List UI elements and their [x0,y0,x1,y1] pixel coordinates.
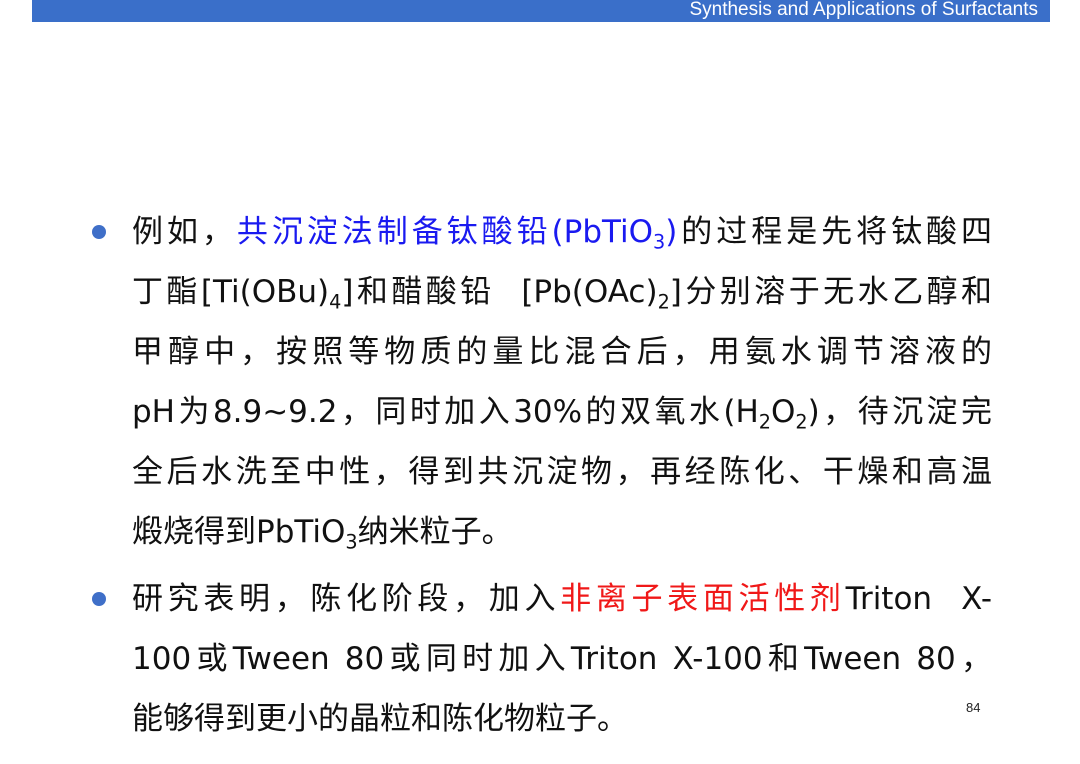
text-segment: O [771,394,796,430]
subscript: 2 [657,290,670,314]
page-number: 84 [966,700,981,715]
highlight-red-text: 非离子表面活性剂 [560,581,846,617]
text-segment: 的过程是先将钛酸四 [677,214,993,250]
text-segment: 能够得到更小的晶粒和陈化物粒子。 [132,701,628,737]
text-segment: 例如， [132,214,237,250]
text-segment: 纳米粒子。 [357,514,513,550]
text-segment: 全后水洗至中性，得到共沉淀物，再经陈化、干燥和高温 [132,454,992,490]
bullet-dot-icon [92,592,106,606]
text-line: 全后水洗至中性，得到共沉淀物，再经陈化、干燥和高温 [132,442,992,502]
subscript: 3 [653,230,666,254]
text-segment: ]分别溶于无水乙醇和 [669,274,992,310]
text-segment: pH为8.9~9.2，同时加入30%的双氧水(H [132,394,759,430]
subscript: 4 [329,290,342,314]
text-line: 煅烧得到PbTiO3纳米粒子。 [132,502,992,562]
subscript: 3 [345,530,358,554]
subscript: 2 [758,410,772,434]
text-segment: )，待沉淀完 [807,394,993,430]
text-line: 甲醇中，按照等物质的量比混合后，用氨水调节溶液的 [132,322,992,382]
text-segment: Triton X- [845,581,993,617]
text-segment: 研究表明，陈化阶段，加入 [132,581,561,617]
bullet-paragraph-1: 例如，共沉淀法制备钛酸铅(PbTiO3)的过程是先将钛酸四 丁酯[Ti(OBu)… [92,202,992,562]
text-segment: 煅烧得到PbTiO [132,514,346,550]
bullet-paragraph-2: 研究表明，陈化阶段，加入非离子表面活性剂Triton X- 100或Tween … [92,569,992,749]
subscript: 2 [795,410,808,434]
text-line: pH为8.9~9.2，同时加入30%的双氧水(H2O2)，待沉淀完 [132,382,992,442]
text-segment: ]和醋酸铅 [Pb(OAc) [341,274,658,310]
text-line: 能够得到更小的晶粒和陈化物粒子。 [132,689,992,749]
text-line: 例如，共沉淀法制备钛酸铅(PbTiO3)的过程是先将钛酸四 [132,202,992,262]
text-line: 研究表明，陈化阶段，加入非离子表面活性剂Triton X- [132,569,992,629]
text-segment: 100或Tween 80或同时加入Triton X-100和Tween 80， [132,641,992,677]
highlight-blue-text: ) [665,214,678,250]
highlight-blue-text: 共沉淀法制备钛酸铅(PbTiO [236,214,654,250]
text-line: 100或Tween 80或同时加入Triton X-100和Tween 80， [132,629,992,689]
text-segment: 甲醇中，按照等物质的量比混合后，用氨水调节溶液的 [132,334,992,370]
header-bar: Synthesis and Applications of Surfactant… [32,0,1050,22]
header-title: Synthesis and Applications of Surfactant… [689,0,1038,20]
text-segment: 丁酯[Ti(OBu) [132,274,330,310]
text-line: 丁酯[Ti(OBu)4]和醋酸铅 [Pb(OAc)2]分别溶于无水乙醇和 [132,262,992,322]
bullet-dot-icon [92,225,106,239]
